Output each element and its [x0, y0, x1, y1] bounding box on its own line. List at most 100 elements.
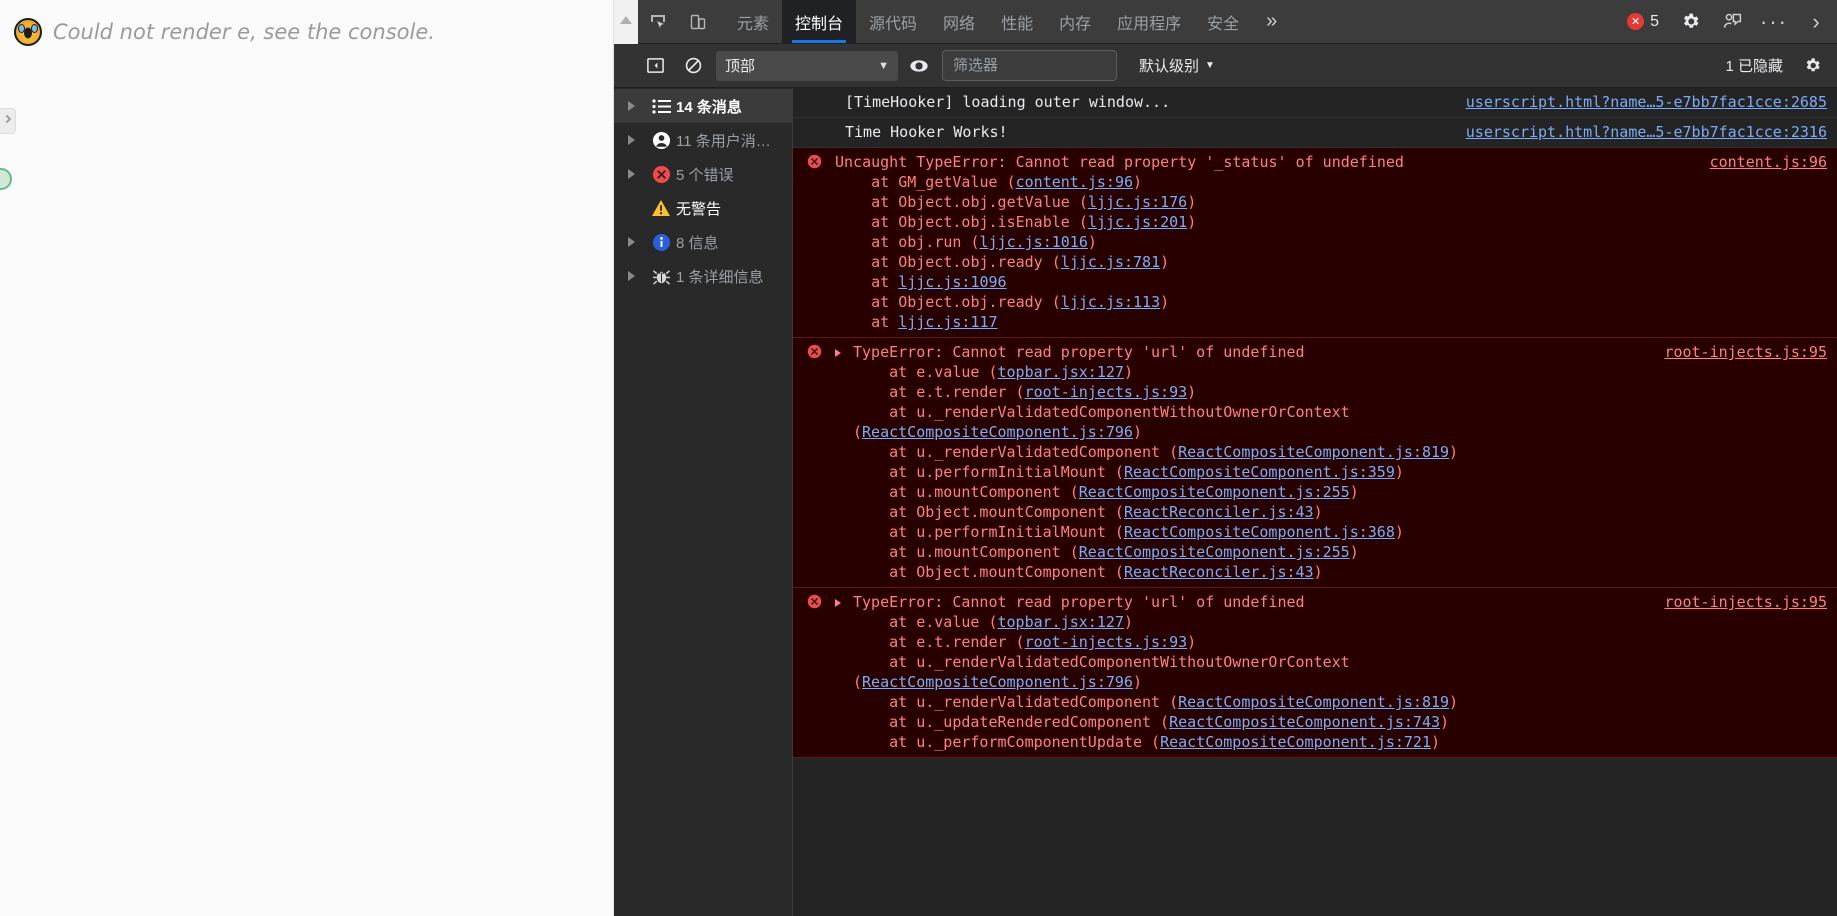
overflow-menu-button[interactable]: ···	[1753, 0, 1795, 43]
stack-frame-link[interactable]: ljjc.js:1016	[980, 233, 1088, 251]
stack-frame-link[interactable]: ReactCompositeComponent.js:255	[1079, 543, 1350, 561]
scream-face-emoji	[14, 18, 42, 46]
stack-frame-link[interactable]: ReactCompositeComponent.js:819	[1178, 693, 1449, 711]
sidebar-item-warnings[interactable]: 无警告	[614, 191, 792, 225]
stack-frame-link[interactable]: ReactCompositeComponent.js:819	[1178, 443, 1449, 461]
sidebar-item-label: 8 信息	[676, 234, 719, 252]
console-sidebar: 14 条消息 11 条用户消… 5 个错误 无警告 8 信息 1 条详细信息	[614, 88, 793, 916]
console-body: 14 条消息 11 条用户消… 5 个错误 无警告 8 信息 1 条详细信息 […	[614, 88, 1837, 916]
stack-frame-link[interactable]: ReactCompositeComponent.js:368	[1124, 523, 1395, 541]
stack-frame-link[interactable]: ljjc.js:1096	[898, 273, 1006, 291]
tab-console[interactable]: 控制台	[782, 0, 857, 43]
search-input[interactable]	[951, 56, 1108, 75]
tab-label: 内存	[1059, 15, 1092, 33]
devtools-tabbar: 元素 控制台 源代码 网络 性能 内存 应用程序 安全 » ✕ 5 ··· ›	[614, 0, 1837, 44]
stack-frame-link[interactable]: root-injects.js:93	[1025, 633, 1188, 651]
render-error-text: Could not render e, see the console.	[53, 20, 435, 44]
tab-network[interactable]: 网络	[930, 0, 988, 43]
console-message-text: TypeError: Cannot read property 'url' of…	[853, 593, 1459, 751]
hidden-messages-count: 1 已隐藏	[1725, 58, 1783, 75]
stack-frame-link[interactable]: ljjc.js:113	[1061, 293, 1160, 311]
stack-frame-link[interactable]: ReactCompositeComponent.js:721	[1160, 733, 1431, 751]
more-tabs-button[interactable]: »	[1252, 0, 1291, 43]
console-message-source-link[interactable]: root-injects.js:95	[1664, 592, 1827, 612]
error-icon: ✕	[1627, 13, 1645, 30]
console-message-info[interactable]: [TimeHooker] loading outer window... user…	[793, 88, 1837, 118]
info-icon	[646, 233, 676, 252]
disclosure-triangle-icon[interactable]	[628, 169, 646, 179]
console-message-text: Time Hooker Works!	[845, 123, 1008, 141]
expand-panel-button[interactable]: ›	[1795, 0, 1837, 43]
sidebar-item-label: 1 条详细信息	[676, 268, 764, 286]
tab-sources[interactable]: 源代码	[856, 0, 930, 43]
device-toolbar-icon[interactable]	[678, 0, 718, 43]
console-message-source-link[interactable]: userscript.html?name…5-e7bb7fac1cce:2685	[1466, 92, 1827, 112]
sidebar-item-errors[interactable]: 5 个错误	[614, 157, 792, 191]
console-message-source-link[interactable]: content.js:96	[1710, 152, 1827, 172]
stack-frame-link[interactable]: ljjc.js:176	[1088, 193, 1187, 211]
console-message-error[interactable]: TypeError: Cannot read property 'url' of…	[793, 588, 1837, 758]
stack-frame-link[interactable]: ljjc.js:117	[898, 313, 997, 331]
disclosure-triangle-icon[interactable]	[628, 271, 646, 281]
console-message-source-link[interactable]: userscript.html?name…5-e7bb7fac1cce:2316	[1466, 122, 1827, 142]
gear-icon	[1683, 13, 1698, 28]
console-message-error[interactable]: TypeError: Cannot read property 'url' of…	[793, 338, 1837, 588]
inspect-element-icon[interactable]	[638, 0, 678, 43]
stack-frame-link[interactable]: root-injects.js:93	[1025, 383, 1188, 401]
stack-frame-link[interactable]: ReactCompositeComponent.js:359	[1124, 463, 1395, 481]
tab-security[interactable]: 安全	[1194, 0, 1252, 43]
stack-frame-link[interactable]: topbar.jsx:127	[998, 363, 1124, 381]
clear-console-button[interactable]	[676, 51, 710, 81]
stack-frame-link[interactable]: content.js:96	[1016, 173, 1133, 191]
page-side-toggle[interactable]	[0, 108, 16, 134]
disclosure-triangle-icon[interactable]	[835, 592, 845, 607]
stack-frame-link[interactable]: ReactCompositeComponent.js:796	[862, 423, 1133, 441]
stack-frame-link[interactable]: topbar.jsx:127	[998, 613, 1124, 631]
clear-console-icon	[685, 57, 701, 74]
chevron-right-icon	[2, 114, 12, 124]
settings-button[interactable]	[1669, 0, 1711, 43]
console-message-info[interactable]: Time Hooker Works! userscript.html?name…5…	[793, 118, 1837, 148]
sidebar-item-label: 无警告	[676, 200, 722, 218]
stack-frame-link[interactable]: ljjc.js:781	[1061, 253, 1160, 271]
stack-frame-link[interactable]: ReactCompositeComponent.js:743	[1169, 713, 1440, 731]
stack-frame-link[interactable]: ReactReconciler.js:43	[1124, 503, 1314, 521]
disclosure-triangle-icon[interactable]	[628, 135, 646, 145]
disclosure-triangle-icon[interactable]	[835, 342, 845, 357]
tab-label: 安全	[1207, 15, 1240, 33]
sidebar-item-info[interactable]: 8 信息	[614, 225, 792, 259]
sidebar-item-user-messages[interactable]: 11 条用户消…	[614, 123, 792, 157]
person-icon	[646, 131, 676, 150]
message-icon-placeholder	[807, 122, 827, 124]
log-level-select[interactable]: 默认级别 ▼	[1129, 55, 1225, 76]
feedback-button[interactable]	[1711, 0, 1753, 43]
stack-frame-link[interactable]: ReactCompositeComponent.js:255	[1079, 483, 1350, 501]
tab-application[interactable]: 应用程序	[1104, 0, 1194, 43]
disclosure-triangle-icon[interactable]	[628, 101, 646, 111]
sidebar-item-verbose[interactable]: 1 条详细信息	[614, 259, 792, 293]
devtools-panel: 元素 控制台 源代码 网络 性能 内存 应用程序 安全 » ✕ 5 ··· › …	[614, 0, 1837, 916]
sidebar-toggle-icon	[646, 58, 664, 73]
execution-context-value: 顶部	[725, 58, 756, 75]
scroll-up-indicator[interactable]	[614, 0, 638, 44]
execution-context-select[interactable]: 顶部 ▼	[716, 50, 898, 81]
tab-elements[interactable]: 元素	[724, 0, 782, 43]
stack-frame-link[interactable]: ReactCompositeComponent.js:796	[862, 673, 1133, 691]
tab-memory[interactable]: 内存	[1046, 0, 1104, 43]
console-settings-button[interactable]	[1795, 51, 1829, 81]
stack-frame-link[interactable]: ljjc.js:201	[1088, 213, 1187, 231]
console-filter-box[interactable]	[942, 50, 1117, 81]
console-message-error[interactable]: Uncaught TypeError: Cannot read property…	[793, 148, 1837, 338]
live-expression-button[interactable]	[902, 51, 936, 81]
toggle-console-sidebar-button[interactable]	[638, 51, 672, 81]
sidebar-item-messages[interactable]: 14 条消息	[614, 89, 792, 123]
console-message-source-link[interactable]: root-injects.js:95	[1664, 342, 1827, 362]
console-message-list[interactable]: [TimeHooker] loading outer window... user…	[793, 88, 1837, 916]
tab-performance[interactable]: 性能	[988, 0, 1046, 43]
error-count-badge[interactable]: ✕ 5	[1617, 0, 1669, 43]
stack-frame-link[interactable]: ReactReconciler.js:43	[1124, 563, 1314, 581]
error-icon	[646, 165, 676, 184]
chevron-down-icon: ▼	[878, 59, 889, 72]
disclosure-triangle-icon[interactable]	[628, 237, 646, 247]
tab-label: 网络	[943, 15, 976, 33]
